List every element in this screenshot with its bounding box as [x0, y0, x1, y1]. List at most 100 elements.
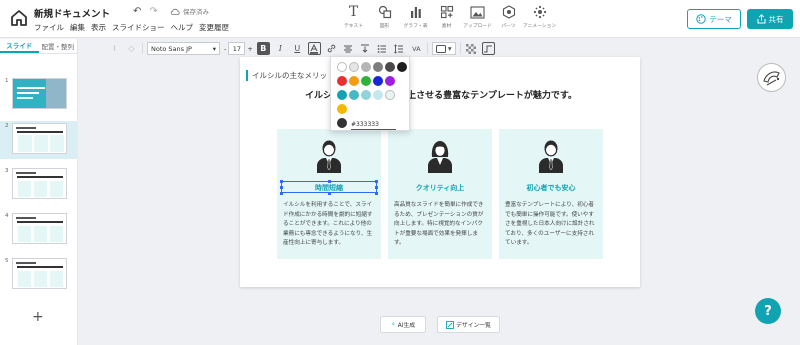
- slide-subheading[interactable]: イルシルの主なメリッ: [246, 70, 327, 81]
- menu-help[interactable]: ヘルプ: [171, 22, 194, 33]
- connector-icon[interactable]: [481, 42, 495, 55]
- current-color-swatch[interactable]: [337, 118, 347, 128]
- align-center-icon[interactable]: [342, 42, 355, 55]
- text-color-button[interactable]: [307, 42, 321, 55]
- line-spacing-icon[interactable]: [393, 42, 406, 55]
- color-swatch[interactable]: [361, 76, 371, 86]
- save-status: 保存済み: [170, 6, 209, 16]
- businesswoman-icon: [428, 141, 452, 173]
- color-swatch[interactable]: [385, 62, 395, 72]
- redo-icon[interactable]: ↷: [149, 6, 157, 17]
- vertical-align-icon[interactable]: [359, 42, 372, 55]
- slide-canvas[interactable]: イルシルの主なメリッ イルシルは 化し、質を向上させる豊富なテンプレートが魅力で…: [240, 57, 640, 287]
- slide-thumbnail-4[interactable]: 4: [0, 211, 78, 249]
- tab-slides[interactable]: スライド: [0, 39, 39, 53]
- color-swatch[interactable]: [373, 76, 383, 86]
- card-body[interactable]: 豊富なテンプレートにより、初心者でも簡単に操作可能です。使いやすさを重視した日本…: [505, 201, 598, 249]
- card-body[interactable]: 高品質なスライドを簡単に作成できるため、プレゼンテーションの質が向上します。特に…: [394, 201, 487, 249]
- slide-preview: [12, 168, 67, 199]
- card-title[interactable]: 時間短縮: [277, 183, 381, 193]
- color-swatch[interactable]: [373, 90, 383, 100]
- palette-icon: [696, 14, 706, 24]
- chevron-down-icon: ▾: [447, 44, 452, 53]
- help-button[interactable]: ?: [755, 298, 781, 324]
- font-family-select[interactable]: Noto Sans JP ▾: [147, 42, 220, 55]
- slide-headline[interactable]: イルシルは 化し、質を向上させる豊富なテンプレートが魅力です。: [276, 91, 606, 102]
- design-list-button[interactable]: デザイン一覧: [437, 316, 500, 333]
- slide-preview: [12, 213, 67, 244]
- transparency-icon[interactable]: [465, 42, 478, 55]
- color-swatch[interactable]: [349, 76, 359, 86]
- benefit-card-3[interactable]: 初心者でも安心 豊富なテンプレートにより、初心者でも簡単に操作可能です。使いやす…: [499, 129, 603, 259]
- tool-parts[interactable]: パーツ: [493, 4, 524, 29]
- tool-material[interactable]: 素材: [431, 4, 462, 29]
- help-icon: ?: [764, 303, 772, 319]
- menu-edit[interactable]: 編集: [70, 22, 85, 33]
- slide-thumbnail-3[interactable]: 3: [0, 166, 78, 204]
- slide-thumbnail-5[interactable]: 5: [0, 256, 78, 294]
- menu-history[interactable]: 変更履歴: [199, 22, 229, 33]
- share-button[interactable]: 共有: [747, 9, 793, 29]
- fill-color-icon[interactable]: ◇: [125, 42, 138, 55]
- link-icon[interactable]: [325, 42, 338, 55]
- color-palette-popup: #333333: [330, 56, 410, 131]
- menu-file[interactable]: ファイル: [34, 22, 64, 33]
- add-slide-button[interactable]: +: [32, 309, 44, 325]
- share-icon: [757, 14, 765, 24]
- saved-label: 保存済み: [183, 8, 209, 16]
- menu-view[interactable]: 表示: [91, 22, 106, 33]
- color-swatch[interactable]: [349, 90, 359, 100]
- color-swatch[interactable]: [337, 76, 347, 86]
- tool-shape[interactable]: 図形: [369, 4, 400, 29]
- color-swatch[interactable]: [397, 62, 407, 72]
- bold-button[interactable]: B: [256, 42, 270, 55]
- color-swatch[interactable]: [373, 62, 383, 72]
- material-tool-icon: [440, 4, 454, 20]
- tab-arrange[interactable]: 配置・整列: [39, 39, 78, 53]
- italic-button[interactable]: I: [274, 42, 287, 55]
- tool-upload[interactable]: アップロード: [462, 4, 493, 29]
- underline-button[interactable]: U: [291, 42, 304, 55]
- color-swatch[interactable]: [337, 62, 347, 72]
- color-swatch[interactable]: [337, 104, 347, 114]
- undo-icon[interactable]: ↶: [133, 6, 141, 17]
- theme-button[interactable]: テーマ: [687, 9, 741, 29]
- bullet-list-icon[interactable]: [376, 42, 389, 55]
- font-size-decrease[interactable]: -: [224, 45, 226, 53]
- paint-format-icon[interactable]: ⌇: [108, 42, 121, 55]
- card-body[interactable]: イルシルを利用することで、スライド作成にかかる時間を劇的に短縮することができます…: [283, 201, 376, 249]
- benefit-card-1[interactable]: 時間短縮 イルシルを利用することで、スライド作成にかかる時間を劇的に短縮すること…: [277, 129, 381, 259]
- home-icon[interactable]: [9, 8, 29, 28]
- tool-chart[interactable]: グラフ・表: [400, 4, 431, 29]
- letter-spacing-icon[interactable]: VA: [410, 42, 423, 55]
- document-title[interactable]: 新規ドキュメント: [34, 6, 110, 20]
- color-swatch[interactable]: [337, 90, 347, 100]
- border-style-select[interactable]: ▾: [431, 42, 456, 55]
- ai-generate-button[interactable]: ✧ AI生成: [380, 316, 426, 333]
- slide-sidebar: スライド 配置・整列 1 2 3 4 5 +: [0, 39, 78, 345]
- color-swatch[interactable]: [361, 62, 371, 72]
- color-swatch[interactable]: [385, 90, 395, 100]
- upload-tool-icon: [470, 4, 485, 20]
- history-controls: ↶ ↷: [133, 6, 158, 17]
- benefit-card-2[interactable]: クオリティ向上 高品質なスライドを簡単に作成できるため、プレゼンテーションの質が…: [388, 129, 492, 259]
- menu-slideshow[interactable]: スライドショー: [112, 22, 165, 33]
- animation-tool-icon: [533, 4, 547, 20]
- tool-animation[interactable]: アニメーション: [523, 4, 556, 29]
- card-title[interactable]: 初心者でも安心: [499, 183, 603, 193]
- font-size-increase[interactable]: +: [247, 45, 252, 53]
- floating-action-button[interactable]: [757, 63, 786, 92]
- chevron-down-icon: ▾: [212, 44, 216, 53]
- card-title[interactable]: クオリティ向上: [388, 183, 492, 193]
- slide-thumbnail-1[interactable]: 1: [0, 76, 78, 114]
- sparkle-icon: ✧: [390, 321, 396, 328]
- font-size-input[interactable]: 17: [228, 42, 246, 55]
- slide-thumbnail-2[interactable]: 2: [0, 121, 78, 159]
- color-swatch[interactable]: [385, 76, 395, 86]
- hex-color-input[interactable]: #333333: [351, 121, 396, 130]
- color-swatch[interactable]: [361, 90, 371, 100]
- color-swatch[interactable]: [349, 62, 359, 72]
- magic-wand-icon: [763, 71, 780, 86]
- businessman-icon: [317, 140, 341, 173]
- tool-text[interactable]: T テキスト: [338, 4, 369, 29]
